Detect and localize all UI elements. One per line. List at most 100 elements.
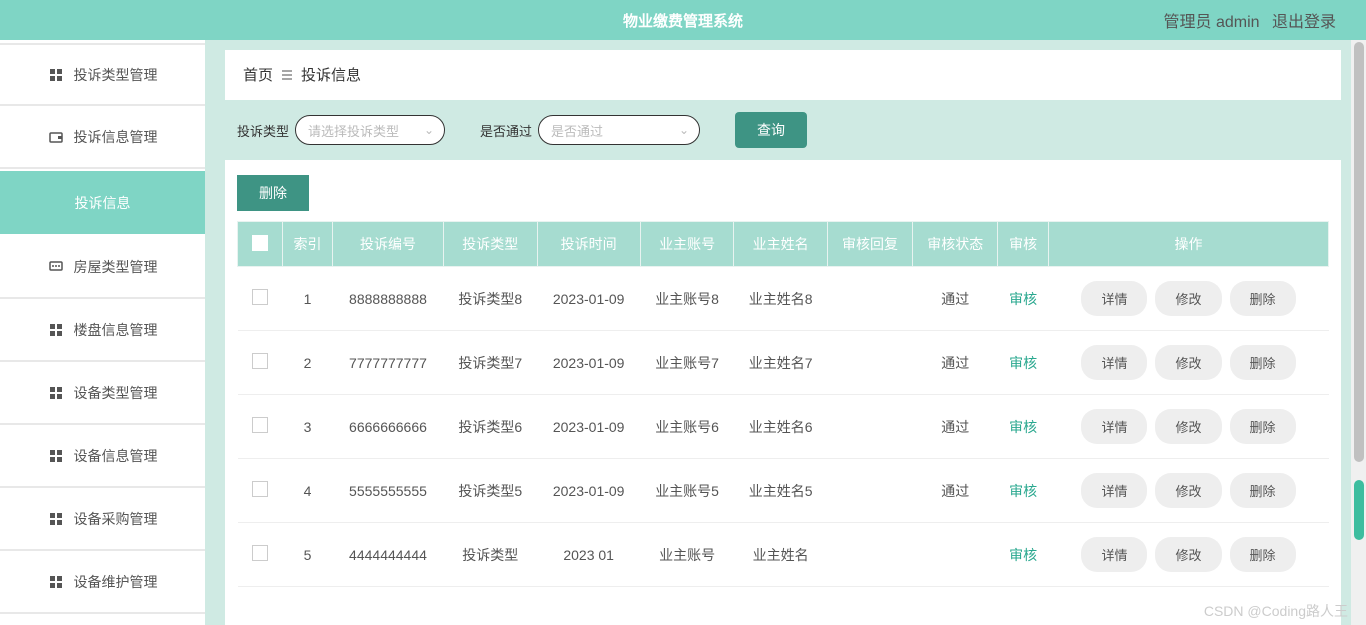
- sidebar-item-label: 设备信息管理: [74, 446, 158, 466]
- cell: 审核: [998, 331, 1049, 395]
- detail-button[interactable]: 详情: [1081, 409, 1147, 444]
- sidebar: 投诉类型管理投诉信息管理投诉信息房屋类型管理楼盘信息管理设备类型管理设备信息管理…: [0, 40, 205, 625]
- row-delete-button[interactable]: 删除: [1230, 345, 1296, 380]
- col-header-3: 投诉类型: [443, 222, 537, 267]
- detail-button[interactable]: 详情: [1081, 281, 1147, 316]
- detail-button[interactable]: 详情: [1081, 473, 1147, 508]
- cell: 2023-01-09: [537, 267, 640, 331]
- cell: 6666666666: [333, 395, 444, 459]
- breadcrumb: 首页 投诉信息: [225, 50, 1341, 100]
- filter-type-label: 投诉类型: [237, 121, 289, 140]
- cell: 2023 01: [537, 523, 640, 587]
- delete-button[interactable]: 删除: [237, 175, 309, 211]
- complaint-type-select[interactable]: 请选择投诉类型 ⌄: [295, 115, 445, 145]
- logout-link[interactable]: 退出登录: [1272, 14, 1336, 31]
- sidebar-item-0[interactable]: 投诉类型管理: [0, 43, 205, 106]
- cell: 详情修改删除: [1049, 523, 1329, 587]
- audit-link[interactable]: 审核: [1009, 419, 1037, 435]
- filter-pass-label: 是否通过: [480, 121, 532, 140]
- select-all-checkbox[interactable]: [252, 235, 268, 251]
- breadcrumb-home[interactable]: 首页: [243, 64, 273, 85]
- cell: 详情修改删除: [1049, 395, 1329, 459]
- sidebar-item-3[interactable]: 房屋类型管理: [0, 236, 205, 299]
- breadcrumb-sep-icon: [281, 69, 293, 81]
- audit-link[interactable]: 审核: [1009, 483, 1037, 499]
- sidebar-item-label: 投诉信息管理: [74, 127, 158, 147]
- select-placeholder: 是否通过: [551, 121, 603, 140]
- row-checkbox[interactable]: [252, 353, 268, 369]
- cell: 审核: [998, 395, 1049, 459]
- edit-button[interactable]: 修改: [1155, 409, 1221, 444]
- edit-button[interactable]: 修改: [1155, 473, 1221, 508]
- table-row: 18888888888投诉类型82023-01-09业主账号8业主姓名8通过审核…: [238, 267, 1329, 331]
- cell: 业主姓名8: [734, 267, 828, 331]
- cell: 2: [283, 331, 333, 395]
- col-header-1: 索引: [283, 222, 333, 267]
- edit-button[interactable]: 修改: [1155, 345, 1221, 380]
- cell: [827, 523, 912, 587]
- cell: 投诉类型5: [443, 459, 537, 523]
- audit-link[interactable]: 审核: [1009, 355, 1037, 371]
- cell: [827, 459, 912, 523]
- cell: 4: [283, 459, 333, 523]
- sidebar-item-6[interactable]: 设备信息管理: [0, 425, 205, 488]
- audit-link[interactable]: 审核: [1009, 547, 1037, 563]
- header: 物业缴费管理系统 管理员 admin 退出登录: [0, 0, 1366, 40]
- row-checkbox[interactable]: [252, 481, 268, 497]
- table-row: 36666666666投诉类型62023-01-09业主账号6业主姓名6通过审核…: [238, 395, 1329, 459]
- detail-button[interactable]: 详情: [1081, 345, 1147, 380]
- cell: 2023-01-09: [537, 395, 640, 459]
- cell: 业主账号8: [640, 267, 734, 331]
- cell: 投诉类型6: [443, 395, 537, 459]
- sidebar-item-7[interactable]: 设备采购管理: [0, 488, 205, 551]
- sidebar-item-5[interactable]: 设备类型管理: [0, 362, 205, 425]
- cell: 8888888888: [333, 267, 444, 331]
- audit-link[interactable]: 审核: [1009, 291, 1037, 307]
- cell: 2023-01-09: [537, 459, 640, 523]
- row-delete-button[interactable]: 删除: [1230, 281, 1296, 316]
- sidebar-item-label: 设备维护管理: [74, 572, 158, 592]
- col-header-8: 审核状态: [913, 222, 998, 267]
- row-checkbox[interactable]: [252, 289, 268, 305]
- sidebar-item-2[interactable]: 投诉信息: [0, 171, 205, 234]
- col-header-9: 审核: [998, 222, 1049, 267]
- scrollbar-track[interactable]: [1351, 40, 1366, 625]
- detail-button[interactable]: 详情: [1081, 537, 1147, 572]
- sidebar-item-1[interactable]: 投诉信息管理: [0, 106, 205, 169]
- row-delete-button[interactable]: 删除: [1230, 409, 1296, 444]
- sidebar-item-label: 投诉信息: [75, 193, 131, 213]
- grid-icon: [48, 67, 64, 83]
- row-checkbox[interactable]: [252, 545, 268, 561]
- cell: 详情修改删除: [1049, 267, 1329, 331]
- cell: [827, 331, 912, 395]
- sidebar-item-4[interactable]: 楼盘信息管理: [0, 299, 205, 362]
- cell: 5: [283, 523, 333, 587]
- col-header-4: 投诉时间: [537, 222, 640, 267]
- col-header-10: 操作: [1049, 222, 1329, 267]
- row-delete-button[interactable]: 删除: [1230, 473, 1296, 508]
- row-delete-button[interactable]: 删除: [1230, 537, 1296, 572]
- col-header-0: [238, 222, 283, 267]
- cell: 业主账号7: [640, 331, 734, 395]
- pass-status-select[interactable]: 是否通过 ⌄: [538, 115, 700, 145]
- cell: 通过: [913, 267, 998, 331]
- chevron-down-icon: ⌄: [424, 123, 434, 137]
- wallet-icon: [48, 129, 64, 145]
- grid-icon: [48, 448, 64, 464]
- col-header-6: 业主姓名: [734, 222, 828, 267]
- edit-button[interactable]: 修改: [1155, 537, 1221, 572]
- chevron-down-icon: ⌄: [679, 123, 689, 137]
- scrollbar-thumb-accent[interactable]: [1354, 480, 1364, 540]
- col-header-7: 审核回复: [827, 222, 912, 267]
- cell: 业主姓名: [734, 523, 828, 587]
- row-checkbox[interactable]: [252, 417, 268, 433]
- col-header-2: 投诉编号: [333, 222, 444, 267]
- cell: 详情修改删除: [1049, 459, 1329, 523]
- sidebar-item-8[interactable]: 设备维护管理: [0, 551, 205, 614]
- edit-button[interactable]: 修改: [1155, 281, 1221, 316]
- scrollbar-thumb[interactable]: [1354, 42, 1364, 462]
- user-label[interactable]: 管理员 admin: [1164, 14, 1260, 31]
- cell: [827, 267, 912, 331]
- query-button[interactable]: 查询: [735, 112, 807, 148]
- cell: [238, 331, 283, 395]
